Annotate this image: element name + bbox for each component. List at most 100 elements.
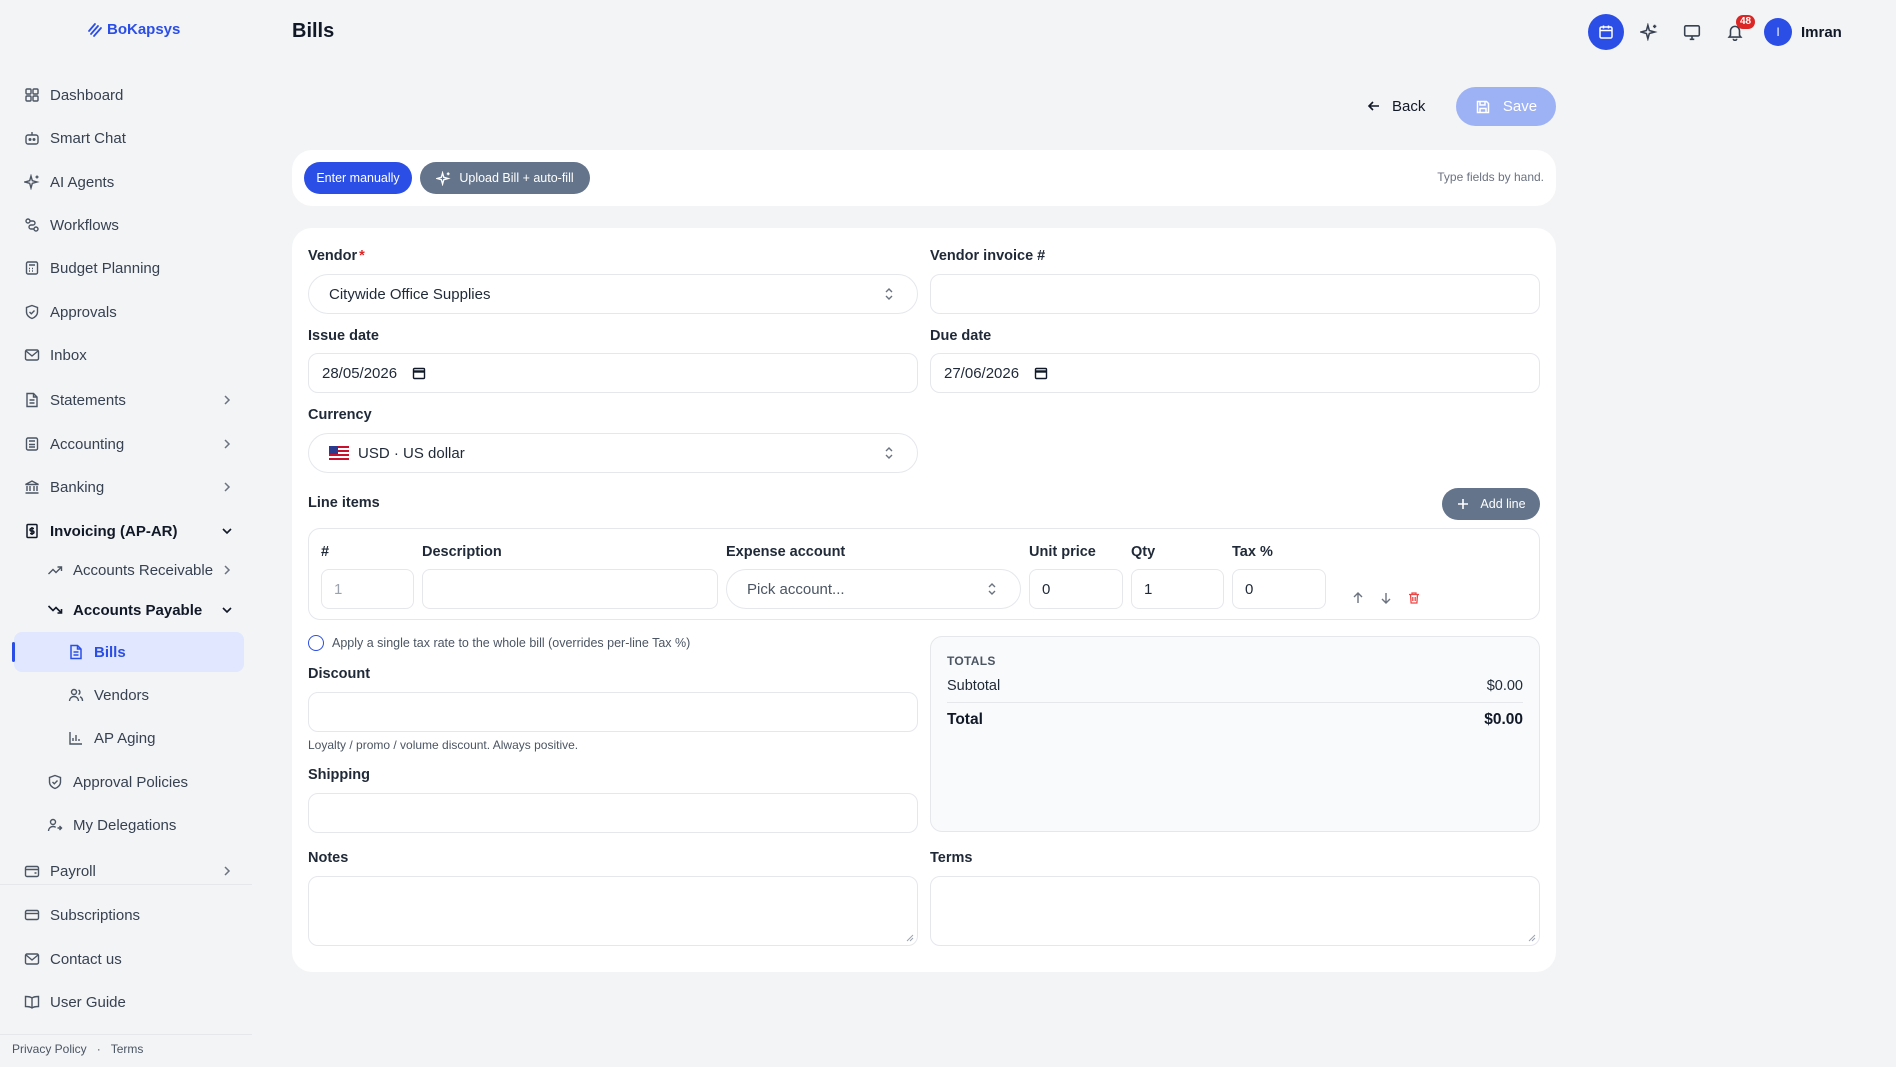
chevron-updown-icon bbox=[885, 288, 893, 300]
sidebar: BoKapsys Dashboard Smart Chat AI Agents … bbox=[0, 0, 252, 1067]
move-up-icon[interactable] bbox=[1351, 591, 1365, 605]
qty-input[interactable]: 1 bbox=[1131, 569, 1224, 609]
due-date-label: Due date bbox=[930, 328, 992, 344]
sidebar-item-banking[interactable]: Banking bbox=[24, 473, 231, 501]
sidebar-item-user-guide[interactable]: User Guide bbox=[24, 988, 126, 1016]
arrow-left-icon bbox=[1367, 101, 1379, 111]
currency-select[interactable]: USD · US dollar bbox=[308, 433, 918, 473]
ai-sparkle-button[interactable] bbox=[1631, 14, 1667, 50]
sidebar-divider bbox=[0, 884, 252, 885]
chevron-right-icon bbox=[224, 482, 231, 492]
issue-date-input[interactable]: 28/05/2026 bbox=[308, 353, 918, 393]
move-down-icon[interactable] bbox=[1379, 591, 1393, 605]
topbar-actions: 48 I Imran bbox=[1588, 14, 1842, 50]
add-line-button[interactable]: Add line bbox=[1442, 488, 1540, 520]
total-label: Total bbox=[947, 711, 983, 728]
sidebar-item-approvals[interactable]: Approvals bbox=[24, 298, 117, 326]
trending-down-icon bbox=[47, 605, 63, 614]
resize-grip-icon[interactable] bbox=[906, 934, 914, 942]
enter-manually-tab[interactable]: Enter manually bbox=[304, 162, 412, 194]
sidebar-item-my-delegations[interactable]: My Delegations bbox=[47, 811, 176, 839]
vendor-select[interactable]: Citywide Office Supplies bbox=[308, 274, 918, 314]
sidebar-item-invoicing[interactable]: Invoicing (AP-AR) bbox=[24, 517, 232, 545]
terms-link[interactable]: Terms bbox=[111, 1042, 144, 1056]
shipping-input[interactable] bbox=[308, 793, 918, 833]
privacy-policy-link[interactable]: Privacy Policy bbox=[12, 1042, 87, 1056]
sidebar-item-ai-agents[interactable]: AI Agents bbox=[24, 168, 114, 196]
active-item-highlight bbox=[14, 632, 244, 672]
sidebar-item-dashboard[interactable]: Dashboard bbox=[24, 81, 123, 109]
unit-price-input[interactable]: 0 bbox=[1029, 569, 1123, 609]
discount-label: Discount bbox=[308, 666, 371, 682]
terms-textarea[interactable] bbox=[930, 876, 1540, 946]
save-button[interactable]: Save bbox=[1456, 87, 1556, 126]
issue-date-value: 28/05/2026 bbox=[322, 364, 398, 382]
expense-account-select[interactable]: Pick account... bbox=[726, 569, 1021, 609]
column-header: Expense account bbox=[726, 544, 846, 560]
footer-separator: · bbox=[96, 1042, 101, 1056]
sidebar-item-smart-chat[interactable]: Smart Chat bbox=[24, 124, 126, 152]
notes-label: Notes bbox=[308, 850, 349, 866]
sidebar-item-label: Bills bbox=[94, 643, 126, 661]
app-logo[interactable]: BoKapsys bbox=[86, 20, 180, 38]
discount-input[interactable] bbox=[308, 692, 918, 732]
sidebar-item-label: Approvals bbox=[50, 303, 117, 321]
sidebar-item-ap-aging[interactable]: AP Aging bbox=[68, 724, 155, 752]
line-description-input[interactable] bbox=[422, 569, 718, 609]
sidebar-item-label: Workflows bbox=[50, 216, 119, 234]
single-tax-option[interactable]: Apply a single tax rate to the whole bil… bbox=[308, 635, 690, 651]
sidebar-item-subscriptions[interactable]: Subscriptions bbox=[24, 901, 140, 929]
mail-icon bbox=[24, 349, 40, 361]
sidebar-item-payroll[interactable]: Payroll bbox=[24, 857, 231, 885]
resize-grip-icon[interactable] bbox=[1528, 934, 1536, 942]
sparkles-icon bbox=[1640, 23, 1658, 41]
column-header: Description bbox=[422, 544, 502, 560]
sidebar-item-label: Budget Planning bbox=[50, 259, 161, 277]
calendar-icon bbox=[1599, 25, 1613, 39]
vendor-invoice-input[interactable] bbox=[930, 274, 1540, 314]
shield-check-icon bbox=[48, 774, 62, 790]
sidebar-item-workflows[interactable]: Workflows bbox=[24, 211, 119, 239]
trash-icon[interactable] bbox=[1407, 591, 1421, 605]
sidebar-item-bills[interactable]: Bills bbox=[68, 638, 126, 666]
logo-icon bbox=[88, 23, 102, 37]
currency-value: USD · US dollar bbox=[358, 444, 465, 462]
user-name[interactable]: Imran bbox=[1801, 24, 1842, 41]
notifications-button[interactable]: 48 bbox=[1717, 14, 1756, 50]
vendor-label: Vendor * bbox=[308, 248, 365, 264]
sidebar-item-inbox[interactable]: Inbox bbox=[24, 341, 87, 369]
display-button[interactable] bbox=[1674, 14, 1710, 50]
save-icon bbox=[1476, 100, 1490, 113]
sidebar-item-label: Invoicing (AP-AR) bbox=[50, 522, 178, 540]
sidebar-item-approval-policies[interactable]: Approval Policies bbox=[47, 768, 188, 796]
sidebar-item-budget-planning[interactable]: Budget Planning bbox=[24, 254, 160, 282]
shipping-label: Shipping bbox=[308, 767, 371, 783]
sidebar-item-contact-us[interactable]: Contact us bbox=[24, 945, 122, 973]
sidebar-item-label: User Guide bbox=[50, 993, 126, 1011]
sidebar-item-label: Contact us bbox=[50, 950, 122, 968]
totals-caption: TOTALS bbox=[947, 654, 996, 668]
expense-account-placeholder: Pick account... bbox=[747, 580, 845, 598]
notes-textarea[interactable] bbox=[308, 876, 918, 946]
sidebar-footer: Privacy Policy · Terms bbox=[12, 1042, 143, 1056]
back-button[interactable]: Back bbox=[1366, 88, 1425, 124]
calendar-button[interactable] bbox=[1588, 14, 1624, 50]
sidebar-item-statements[interactable]: Statements bbox=[24, 386, 231, 414]
sidebar-item-accounts-receivable[interactable]: Accounts Receivable bbox=[47, 556, 231, 584]
column-header: Unit price bbox=[1029, 544, 1096, 560]
tax-input[interactable]: 0 bbox=[1232, 569, 1326, 609]
avatar[interactable]: I bbox=[1764, 18, 1792, 46]
monitor-icon bbox=[1683, 25, 1701, 41]
shield-check-icon bbox=[25, 304, 39, 320]
sidebar-item-vendors[interactable]: Vendors bbox=[68, 681, 149, 709]
sidebar-item-accounts-payable[interactable]: Accounts Payable bbox=[47, 596, 232, 624]
single-tax-radio[interactable] bbox=[308, 635, 324, 651]
sidebar-item-accounting[interactable]: Accounting bbox=[24, 430, 231, 458]
mode-hint: Type fields by hand. bbox=[1437, 170, 1544, 184]
terms-label: Terms bbox=[930, 850, 973, 866]
sidebar-item-label: Accounts Payable bbox=[73, 601, 203, 619]
sidebar-item-label: Dashboard bbox=[50, 86, 124, 104]
due-date-input[interactable]: 27/06/2026 bbox=[930, 353, 1540, 393]
totals-divider bbox=[947, 702, 1523, 703]
upload-bill-tab[interactable]: Upload Bill + auto-fill bbox=[420, 162, 590, 194]
